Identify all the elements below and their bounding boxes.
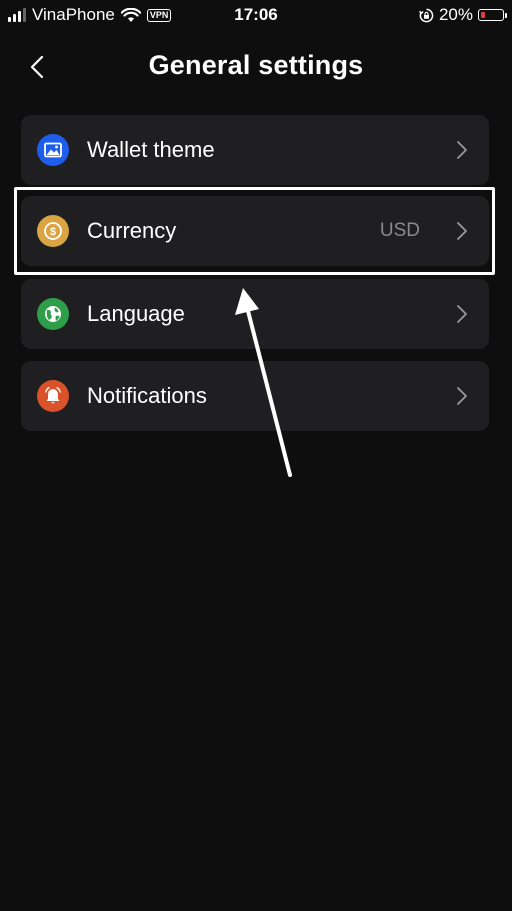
battery-level-fill bbox=[480, 11, 485, 18]
settings-item-label: Notifications bbox=[87, 383, 207, 408]
row-icon-badge bbox=[37, 298, 69, 330]
status-bar: VinaPhone VPN 17:06 20% bbox=[0, 0, 512, 30]
row-icon-badge bbox=[37, 380, 69, 412]
chevron-right-icon bbox=[457, 141, 467, 159]
settings-item-label: Wallet theme bbox=[87, 137, 215, 162]
battery-percent: 20% bbox=[438, 5, 473, 24]
page-title: General settings bbox=[148, 50, 364, 80]
settings-item-label: Language bbox=[87, 301, 185, 326]
row-icon-badge bbox=[37, 134, 69, 166]
image-icon bbox=[44, 142, 62, 158]
annotation-arrow bbox=[235, 288, 292, 477]
rotation-lock-icon bbox=[418, 8, 434, 22]
battery-icon bbox=[478, 9, 507, 21]
bell-icon bbox=[45, 387, 61, 404]
highlight-frame bbox=[14, 187, 495, 275]
settings-item-wallet-theme[interactable]: Wallet theme bbox=[21, 115, 489, 185]
page-header: General settings bbox=[0, 40, 512, 95]
globe-icon bbox=[45, 306, 61, 322]
chevron-right-icon bbox=[457, 387, 467, 405]
status-right: 20% bbox=[418, 5, 507, 25]
chevron-right-icon bbox=[457, 305, 467, 323]
